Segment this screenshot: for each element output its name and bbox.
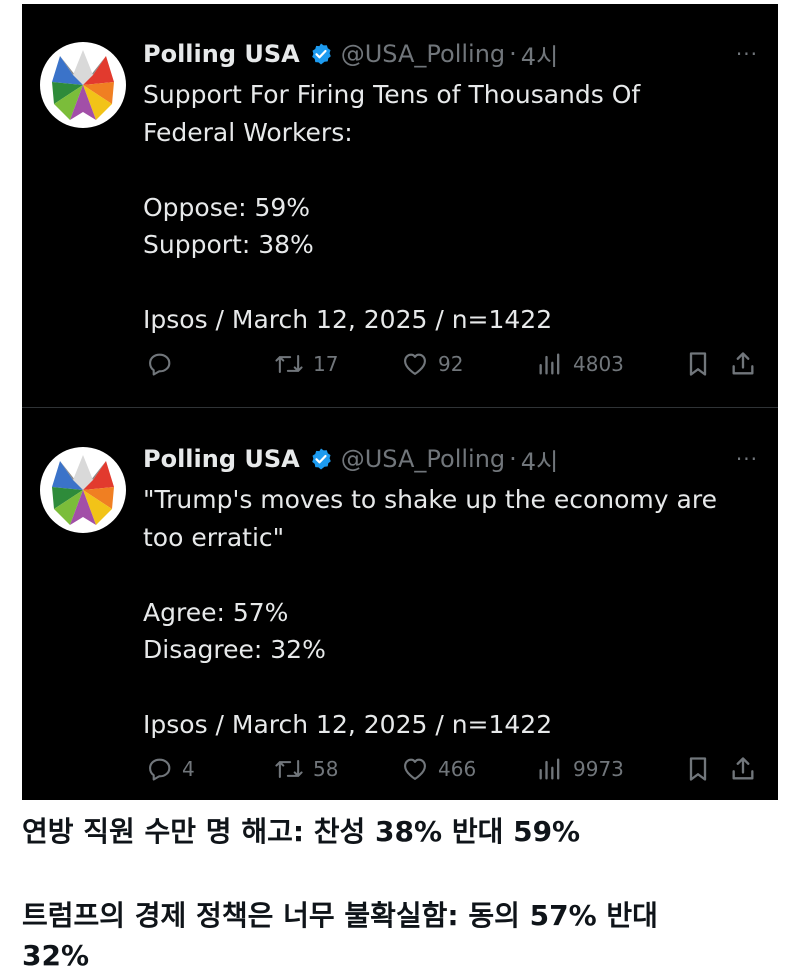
tweet-line: Support For Firing Tens of Thousands Of bbox=[143, 80, 641, 109]
poll-source: Ipsos / March 12, 2025 / n=1422 bbox=[143, 305, 553, 334]
tweet-screenshot: Polling USA @USA_Polling · 4시 ··· Suppor… bbox=[22, 4, 778, 800]
caption-line: 32% bbox=[22, 939, 90, 972]
tweet-header: Polling USA @USA_Polling · 4시 bbox=[143, 37, 558, 71]
author-handle[interactable]: @USA_Polling bbox=[341, 445, 505, 473]
repost-count: 17 bbox=[313, 352, 339, 376]
timestamp[interactable]: 4시 bbox=[521, 37, 558, 72]
author-name[interactable]: Polling USA bbox=[143, 40, 300, 68]
views-button[interactable]: 9973 bbox=[535, 751, 624, 787]
tweet-actions: 17 92 4803 bbox=[143, 346, 758, 382]
repost-icon bbox=[275, 354, 303, 374]
reply-button[interactable]: 4 bbox=[146, 751, 195, 787]
verified-badge-icon bbox=[309, 447, 333, 471]
author-handle[interactable]: @USA_Polling bbox=[341, 40, 505, 68]
poll-source: Ipsos / March 12, 2025 / n=1422 bbox=[143, 710, 553, 739]
heart-icon bbox=[404, 353, 426, 375]
tweet-divider bbox=[22, 407, 778, 408]
tweet[interactable]: Polling USA @USA_Polling · 4시 ··· "Trump… bbox=[22, 409, 778, 801]
avatar[interactable] bbox=[40, 447, 126, 533]
polling-usa-logo-icon bbox=[52, 50, 114, 120]
view-count: 4803 bbox=[573, 352, 624, 376]
views-chart-icon bbox=[539, 758, 560, 780]
repost-button[interactable]: 58 bbox=[273, 751, 338, 787]
poll-result: Support: 38% bbox=[143, 230, 314, 259]
poll-result: Agree: 57% bbox=[143, 597, 289, 627]
repost-count: 58 bbox=[313, 757, 339, 781]
repost-button[interactable]: 17 bbox=[273, 346, 338, 382]
tweet[interactable]: Polling USA @USA_Polling · 4시 ··· Suppor… bbox=[22, 4, 778, 396]
tweet-line: "Trump's moves to shake up the economy a… bbox=[143, 485, 717, 514]
view-count: 9973 bbox=[573, 757, 624, 781]
caption-line: 연방 직원 수만 명 해고: 찬성 38% 반대 59% bbox=[22, 815, 581, 848]
reply-icon bbox=[149, 758, 171, 781]
timestamp[interactable]: 4시 bbox=[521, 442, 558, 477]
separator-dot: · bbox=[509, 445, 517, 473]
bookmark-button[interactable] bbox=[685, 751, 711, 787]
separator-dot: · bbox=[509, 40, 517, 68]
reply-button[interactable] bbox=[146, 346, 182, 382]
reply-count: 4 bbox=[182, 757, 195, 781]
author-name[interactable]: Polling USA bbox=[143, 445, 300, 473]
views-button[interactable]: 4803 bbox=[535, 346, 624, 382]
like-button[interactable]: 466 bbox=[400, 751, 476, 787]
like-count: 466 bbox=[438, 757, 477, 781]
poll-result: Oppose: 59% bbox=[143, 192, 311, 222]
like-button[interactable]: 92 bbox=[400, 346, 463, 382]
tweet-text: "Trump's moves to shake up the economy a… bbox=[143, 481, 763, 744]
tweet-actions: 4 58 466 9973 bbox=[143, 751, 758, 787]
share-icon bbox=[732, 352, 754, 375]
bookmark-icon bbox=[689, 757, 707, 781]
caption-line: 트럼프의 경제 정책은 너무 불확실함: 동의 57% 반대 bbox=[22, 899, 658, 932]
caption-paragraph: 트럼프의 경제 정책은 너무 불확실함: 동의 57% 반대 32% bbox=[22, 896, 782, 976]
avatar[interactable] bbox=[40, 42, 126, 128]
views-chart-icon bbox=[539, 353, 560, 375]
more-options-icon[interactable]: ··· bbox=[736, 42, 758, 66]
repost-icon bbox=[275, 759, 303, 779]
like-count: 92 bbox=[438, 352, 464, 376]
verified-badge-icon bbox=[309, 42, 333, 66]
more-options-icon[interactable]: ··· bbox=[736, 447, 758, 471]
tweet-line: Federal Workers: bbox=[143, 117, 353, 147]
heart-icon bbox=[404, 758, 426, 780]
poll-result: Disagree: 32% bbox=[143, 635, 326, 664]
reply-icon bbox=[149, 353, 171, 376]
tweet-text: Support For Firing Tens of Thousands Of … bbox=[143, 76, 763, 339]
bookmark-button[interactable] bbox=[685, 346, 711, 382]
share-button[interactable] bbox=[729, 346, 757, 382]
share-button[interactable] bbox=[729, 751, 757, 787]
tweet-header: Polling USA @USA_Polling · 4시 bbox=[143, 442, 558, 476]
share-icon bbox=[732, 757, 754, 780]
tweet-line: too erratic" bbox=[143, 522, 285, 552]
bookmark-icon bbox=[689, 352, 707, 376]
polling-usa-logo-icon bbox=[52, 455, 114, 525]
